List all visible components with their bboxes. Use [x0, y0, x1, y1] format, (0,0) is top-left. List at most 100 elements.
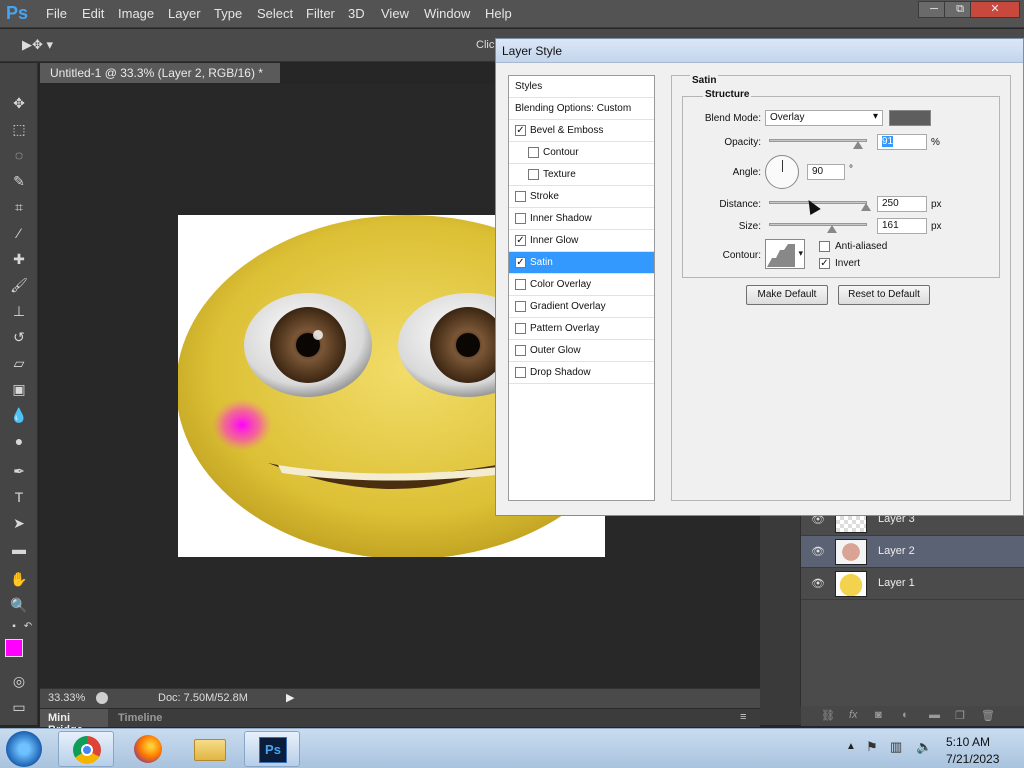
history-brush-tool-icon[interactable]: ↺: [9, 327, 29, 347]
size-slider-thumb[interactable]: [827, 225, 837, 233]
layer-name[interactable]: Layer 2: [878, 545, 915, 557]
invert-checkbox[interactable]: ✓: [819, 258, 830, 269]
menu-type[interactable]: Type: [214, 6, 242, 21]
style-item-contour[interactable]: Contour: [509, 142, 654, 164]
taskbar-chrome[interactable]: [58, 731, 114, 767]
anti-aliased-checkbox[interactable]: [819, 241, 830, 252]
dialog-title[interactable]: Layer Style: [496, 39, 1023, 63]
quick-select-tool-icon[interactable]: ✎: [9, 171, 29, 191]
swap-colors-icon[interactable]: ↶: [18, 617, 38, 637]
style-checkbox[interactable]: [515, 279, 526, 290]
style-checkbox[interactable]: [515, 301, 526, 312]
menu-edit[interactable]: Edit: [82, 6, 104, 21]
taskbar-firefox[interactable]: [120, 731, 176, 767]
style-checkbox[interactable]: [528, 147, 539, 158]
document-tab[interactable]: Untitled-1 @ 33.3% (Layer 2, RGB/16) *: [40, 63, 280, 83]
menu-select[interactable]: Select: [257, 6, 293, 21]
distance-slider-thumb[interactable]: [861, 203, 871, 211]
style-item-pattern-overlay[interactable]: Pattern Overlay: [509, 318, 654, 340]
type-tool-icon[interactable]: T: [9, 487, 29, 507]
style-checkbox[interactable]: [515, 213, 526, 224]
action-center-icon[interactable]: ⚑: [866, 739, 878, 755]
blur-tool-icon[interactable]: 💧: [9, 405, 29, 425]
network-icon[interactable]: ▥: [890, 739, 902, 755]
zoom-level[interactable]: 33.33%: [48, 692, 85, 704]
folder-icon[interactable]: ▬: [929, 709, 940, 721]
visibility-eye-icon[interactable]: 👁: [811, 577, 825, 590]
size-slider[interactable]: [769, 223, 867, 226]
reset-to-default-button[interactable]: Reset to Default: [838, 285, 930, 305]
adjustment-icon[interactable]: ◐: [902, 709, 909, 721]
shape-tool-icon[interactable]: ▬: [9, 539, 29, 559]
tool-preset-picker[interactable]: ▶✥ ▾: [22, 37, 53, 53]
lasso-tool-icon[interactable]: ◌: [9, 145, 29, 165]
clock-time[interactable]: 5:10 AM: [946, 735, 990, 749]
menu-help[interactable]: Help: [485, 6, 512, 21]
taskbar-explorer[interactable]: [182, 731, 238, 767]
zoom-tool-icon[interactable]: 🔍: [9, 595, 29, 615]
pen-tool-icon[interactable]: ✒: [9, 461, 29, 481]
foreground-color-swatch[interactable]: [5, 639, 23, 657]
path-selection-tool-icon[interactable]: ➤: [9, 513, 29, 533]
marquee-tool-icon[interactable]: ⬚: [9, 119, 29, 139]
distance-input[interactable]: 250: [877, 196, 927, 212]
menu-3d[interactable]: 3D: [348, 6, 365, 21]
menu-file[interactable]: File: [46, 6, 67, 21]
opacity-input[interactable]: 91: [877, 134, 927, 150]
style-item-drop-shadow[interactable]: Drop Shadow: [509, 362, 654, 384]
style-checkbox[interactable]: [515, 367, 526, 378]
style-checkbox[interactable]: ✓: [515, 257, 526, 268]
status-menu-icon[interactable]: [96, 692, 108, 704]
eraser-tool-icon[interactable]: ▱: [9, 353, 29, 373]
opacity-slider-thumb[interactable]: [853, 141, 863, 149]
style-checkbox[interactable]: ✓: [515, 125, 526, 136]
make-default-button[interactable]: Make Default: [746, 285, 828, 305]
start-button-icon[interactable]: [6, 731, 42, 767]
clone-stamp-tool-icon[interactable]: ⊥: [9, 301, 29, 321]
clock-date[interactable]: 7/21/2023: [946, 752, 999, 766]
tab-mini-bridge[interactable]: Mini Bridge: [40, 709, 108, 736]
fx-icon[interactable]: fx: [849, 709, 858, 721]
style-checkbox[interactable]: [515, 323, 526, 334]
menu-window[interactable]: Window: [424, 6, 470, 21]
style-item-outer-glow[interactable]: Outer Glow: [509, 340, 654, 362]
style-item-satin[interactable]: ✓ Satin: [509, 252, 654, 274]
layer-name[interactable]: Layer 1: [878, 577, 915, 589]
visibility-eye-icon[interactable]: 👁: [811, 545, 825, 558]
style-checkbox[interactable]: ✓: [515, 235, 526, 246]
panel-menu-icon[interactable]: ≡: [740, 711, 746, 723]
contour-picker[interactable]: ▾: [765, 239, 805, 269]
blend-color-swatch[interactable]: [889, 110, 931, 126]
style-item-color-overlay[interactable]: Color Overlay: [509, 274, 654, 296]
new-layer-icon[interactable]: ❐: [955, 709, 965, 722]
crop-tool-icon[interactable]: ⌗: [9, 197, 29, 217]
menu-layer[interactable]: Layer: [168, 6, 201, 21]
menu-image[interactable]: Image: [118, 6, 154, 21]
blending-options-item[interactable]: Blending Options: Custom: [509, 98, 654, 120]
style-item-inner-glow[interactable]: ✓ Inner Glow: [509, 230, 654, 252]
eyedropper-tool-icon[interactable]: ⁄: [9, 223, 29, 243]
style-item-stroke[interactable]: Stroke: [509, 186, 654, 208]
taskbar-photoshop[interactable]: Ps: [244, 731, 300, 767]
dodge-tool-icon[interactable]: ●: [9, 431, 29, 451]
layer-row[interactable]: 👁 Layer 1: [801, 568, 1024, 600]
mask-icon[interactable]: ◙: [875, 709, 882, 721]
close-button[interactable]: ✕: [970, 1, 1020, 18]
link-icon[interactable]: ⛓: [821, 709, 835, 722]
style-item-inner-shadow[interactable]: Inner Shadow: [509, 208, 654, 230]
style-item-texture[interactable]: Texture: [509, 164, 654, 186]
status-arrow-icon[interactable]: ▶: [286, 691, 294, 704]
angle-input[interactable]: 90: [807, 164, 845, 180]
volume-icon[interactable]: 🔈: [916, 739, 932, 755]
show-hidden-icons[interactable]: ▲: [846, 741, 856, 752]
screen-mode-icon[interactable]: ▭: [9, 697, 29, 717]
blend-mode-select[interactable]: Overlay ▾: [765, 110, 883, 126]
style-checkbox[interactable]: [515, 191, 526, 202]
healing-brush-tool-icon[interactable]: ✚: [9, 249, 29, 269]
layer-row-selected[interactable]: 👁 Layer 2: [801, 536, 1024, 568]
trash-icon[interactable]: 🗑: [981, 709, 995, 722]
style-item-bevel-emboss[interactable]: ✓ Bevel & Emboss: [509, 120, 654, 142]
hand-tool-icon[interactable]: ✋: [9, 569, 29, 589]
menu-view[interactable]: View: [381, 6, 409, 21]
style-item-gradient-overlay[interactable]: Gradient Overlay: [509, 296, 654, 318]
